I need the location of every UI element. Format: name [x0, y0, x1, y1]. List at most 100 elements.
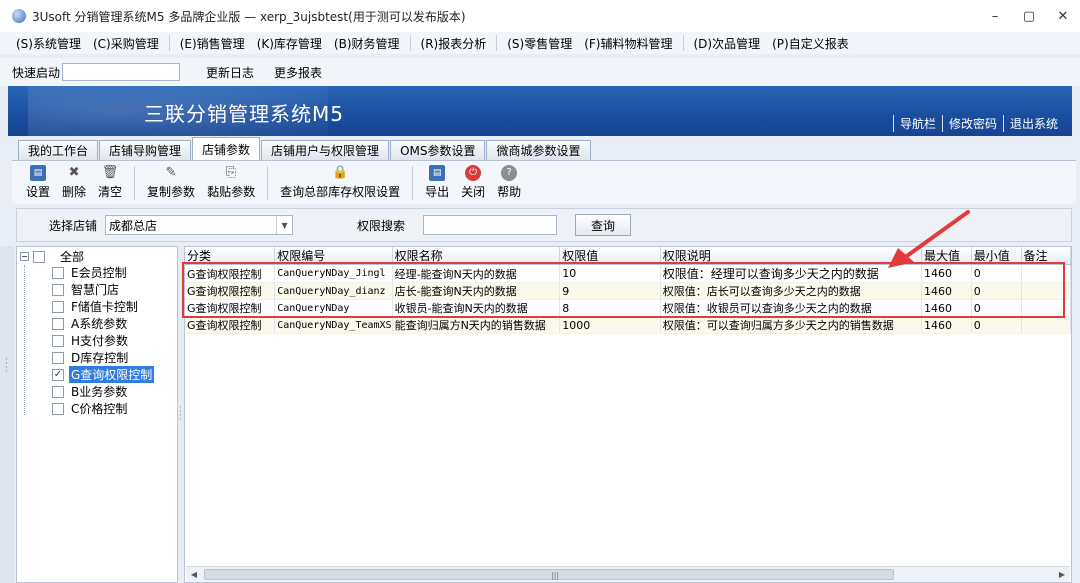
tree-checkbox[interactable] [52, 351, 64, 364]
change-password-link[interactable]: 修改密码 [941, 115, 1003, 132]
table-row[interactable]: G查询权限控制 CanQueryNDay_dianz 店长-能查询N天内的数据 … [185, 282, 1071, 300]
tree-checkbox[interactable] [52, 334, 64, 347]
chevron-down-icon[interactable]: ▼ [276, 216, 292, 234]
cell-code: CanQueryNDay [274, 299, 393, 317]
menu-system[interactable]: (S)系统管理 [10, 35, 87, 52]
minimize-button[interactable]: – [978, 0, 1012, 32]
col-header-name[interactable]: 权限名称 [392, 247, 561, 265]
cell-note[interactable] [1021, 264, 1071, 283]
power-icon: ⏻ [465, 165, 482, 181]
tree-item-member-control[interactable]: E会员控制 [52, 264, 129, 281]
close-button[interactable]: ⏻ 关闭 [455, 163, 491, 203]
copy-params-button[interactable]: ✎ 复制参数 [141, 163, 201, 203]
tree-checkbox-checked[interactable]: ✓ [52, 368, 64, 381]
menu-separator [496, 35, 498, 51]
menu-materials[interactable]: (F)辅料物料管理 [578, 35, 678, 52]
tree-checkbox[interactable] [52, 402, 64, 415]
edit-icon: ✎ [165, 165, 177, 180]
collapse-icon[interactable]: − [20, 252, 29, 261]
query-perm-button[interactable]: 🔒 查询总部库存权限设置 [274, 163, 406, 203]
setup-button[interactable]: ▤ 设置 [20, 163, 56, 203]
query-button[interactable]: 查询 [575, 214, 632, 236]
tree-item-payment-params[interactable]: H支付参数 [52, 332, 130, 349]
tree-item-business-params[interactable]: B业务参数 [52, 383, 129, 400]
tab-workbench[interactable]: 我的工作台 [18, 140, 99, 160]
scroll-right-icon[interactable]: ▶ [1054, 567, 1070, 582]
store-select-value: 成都总店 [109, 218, 158, 233]
cell-value[interactable]: 8 [559, 299, 661, 317]
cell-note[interactable] [1021, 299, 1071, 317]
help-label: 帮助 [497, 185, 522, 199]
tab-oms-params[interactable]: OMS参数设置 [390, 140, 486, 160]
tab-store-params[interactable]: 店铺参数 [192, 137, 261, 160]
tree-item-query-permission[interactable]: ✓ G查询权限控制 [52, 366, 155, 383]
toolbar-separator [134, 165, 136, 200]
tab-strip: 我的工作台 店铺导购管理 店铺参数 店铺用户与权限管理 OMS参数设置 微商城参… [18, 137, 592, 160]
scroll-left-icon[interactable]: ◀ [186, 567, 202, 582]
left-collapse-strip[interactable]: · · · · [0, 246, 14, 583]
tree-root[interactable]: − 全部 [20, 248, 86, 265]
export-button[interactable]: ▤ 导出 [419, 163, 455, 203]
delete-label: 删除 [62, 185, 87, 199]
cell-name: 经理-能查询N天内的数据 [392, 264, 561, 283]
menu-reports[interactable]: (R)报表分析 [415, 35, 493, 52]
cell-note[interactable] [1021, 316, 1071, 334]
tree-item-price-control[interactable]: C价格控制 [52, 400, 129, 417]
tree-checkbox[interactable] [52, 300, 64, 313]
horizontal-scrollbar[interactable]: ◀ ||| ▶ [186, 566, 1070, 582]
cell-value[interactable]: 10 [559, 264, 661, 283]
tree-item-smart-store[interactable]: 智慧门店 [52, 281, 121, 298]
col-header-note[interactable]: 备注 [1021, 247, 1071, 265]
col-header-value[interactable]: 权限值 [559, 247, 661, 265]
menu-purchase[interactable]: (C)采购管理 [87, 35, 165, 52]
more-reports-link[interactable]: 更多报表 [274, 64, 322, 81]
quick-launch-input[interactable] [62, 63, 181, 81]
tree-root-label: 全部 [60, 250, 85, 264]
tree-item-inventory-control[interactable]: D库存控制 [52, 349, 130, 366]
menu-defects[interactable]: (D)次品管理 [688, 35, 767, 52]
col-header-code[interactable]: 权限编号 [274, 247, 393, 265]
cell-category: G查询权限控制 [185, 316, 276, 334]
close-label: 关闭 [461, 185, 486, 199]
store-select[interactable]: 成都总店 ▼ [105, 215, 294, 235]
tree-checkbox[interactable] [52, 317, 64, 330]
cell-value[interactable]: 9 [559, 282, 661, 300]
table-row[interactable]: G查询权限控制 CanQueryNDay_TeamXS 能查询归属方N天内的销售… [185, 316, 1071, 334]
perm-search-input[interactable] [423, 215, 558, 235]
cell-value[interactable]: 1000 [559, 316, 661, 334]
tab-mall-params[interactable]: 微商城参数设置 [486, 140, 591, 160]
tab-store-users[interactable]: 店铺用户与权限管理 [261, 140, 390, 160]
clear-button[interactable]: 🗑 清空 [92, 163, 128, 203]
tree-guide-line [24, 265, 25, 415]
col-header-category[interactable]: 分类 [185, 247, 276, 265]
tree-item-system-params[interactable]: A系统参数 [52, 315, 129, 332]
menu-retail[interactable]: (S)零售管理 [501, 35, 578, 52]
tree-checkbox[interactable] [33, 250, 45, 263]
tab-store-guide[interactable]: 店铺导购管理 [99, 140, 192, 160]
tree-checkbox[interactable] [52, 385, 64, 398]
paste-icon: ⎘ [225, 165, 237, 180]
grip-dots-icon: · · · · [179, 403, 182, 425]
menu-custom-reports[interactable]: (P)自定义报表 [766, 35, 855, 52]
cell-note[interactable] [1021, 282, 1071, 300]
tree-item-stored-value-card[interactable]: F储值卡控制 [52, 298, 140, 315]
delete-button[interactable]: ✖ 删除 [56, 163, 92, 203]
help-button[interactable]: ? 帮助 [491, 163, 527, 203]
paste-params-button[interactable]: ⎘ 黏贴参数 [201, 163, 261, 203]
scrollbar-thumb[interactable]: ||| [204, 569, 894, 580]
tree-checkbox[interactable] [52, 283, 64, 296]
changelog-link[interactable]: 更新日志 [206, 64, 254, 81]
paste-params-label: 黏贴参数 [207, 185, 256, 199]
maximize-button[interactable]: ▢ [1012, 0, 1046, 32]
table-row[interactable]: G查询权限控制 CanQueryNDay 收银员-能查询N天内的数据 8 权限值… [185, 299, 1071, 317]
tree-checkbox[interactable] [52, 266, 64, 279]
grip-icon: ||| [551, 571, 560, 580]
menu-inventory[interactable]: (K)库存管理 [251, 35, 328, 52]
navigation-link[interactable]: 导航栏 [892, 115, 942, 132]
exit-system-link[interactable]: 退出系统 [1002, 115, 1064, 132]
quick-launch-bar: 快速启动 更新日志 更多报表 [0, 58, 1080, 86]
close-window-button[interactable]: ✕ [1046, 0, 1080, 32]
cell-max: 1460 [921, 316, 972, 334]
menu-finance[interactable]: (B)财务管理 [328, 35, 406, 52]
menu-sales[interactable]: (E)销售管理 [174, 35, 251, 52]
